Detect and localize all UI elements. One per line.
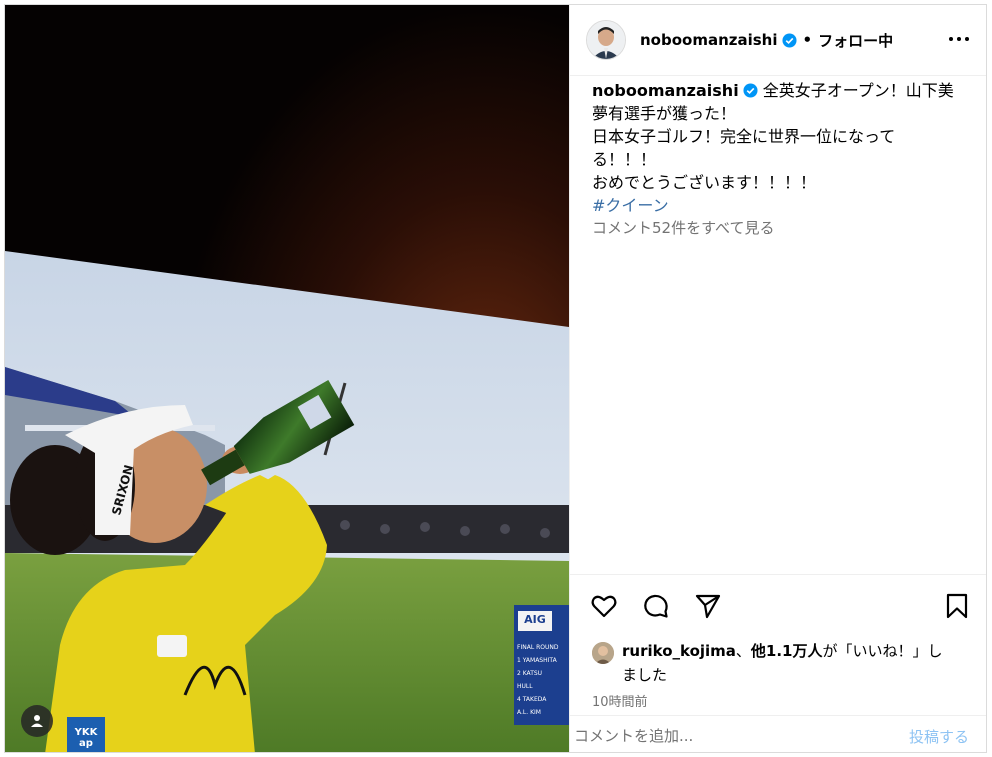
post-header: noboomanzaishi • フォロー中	[570, 5, 986, 76]
sleeve-logo-text: YKK ap	[74, 727, 98, 749]
post-side-panel: noboomanzaishi • フォロー中 noboomanzaishi 全英…	[569, 5, 986, 752]
heart-icon[interactable]	[590, 592, 618, 620]
send-icon[interactable]	[694, 592, 722, 620]
more-horizontal-icon[interactable]	[947, 29, 971, 49]
scoreboard-row: 1 YAMASHITA	[517, 657, 557, 664]
action-bar	[570, 574, 986, 635]
scoreboard-brand: AIG	[524, 613, 546, 626]
caption-text: 日本女子ゴルフ！完全に世界一位になって	[592, 127, 896, 146]
likes-suffix: が「いいね！」し	[822, 642, 943, 660]
scoreboard-row: 2 KATSU	[517, 670, 543, 677]
comment-icon[interactable]	[642, 592, 670, 620]
liker-username[interactable]: ruriko_kojima	[622, 642, 736, 660]
post-photo	[5, 5, 569, 752]
caption-text: 全英女子オープン！山下美	[762, 81, 954, 100]
post-timestamp[interactable]: 10時間前	[592, 691, 648, 710]
post-comment-button[interactable]: 投稿する	[909, 726, 969, 747]
header-username[interactable]: noboomanzaishi	[640, 31, 778, 49]
following-button[interactable]: フォロー中	[818, 30, 893, 51]
likes-text: ruriko_kojima、他1.1万人が「いいね！」し	[622, 639, 972, 663]
instagram-post-modal: AIG FINAL ROUND 1 YAMASHITA 2 KATSU HULL…	[4, 4, 987, 753]
scoreboard-title: FINAL ROUND	[517, 644, 559, 651]
comment-bar: 投稿する	[570, 715, 986, 752]
user-tag-button[interactable]	[21, 705, 53, 737]
avatar[interactable]	[586, 20, 626, 60]
scoreboard-row: 4 TAKEDA	[517, 696, 547, 703]
likes-summary: ruriko_kojima、他1.1万人が「いいね！」し ました	[592, 639, 972, 687]
user-tag-icon	[31, 715, 43, 727]
likes-joiner: 、	[735, 642, 751, 660]
caption-text: 夢有選手が獲った！	[592, 104, 737, 123]
verified-badge-icon	[743, 83, 758, 98]
scoreboard: FINAL ROUND 1 YAMASHITA 2 KATSU HULL 4 T…	[517, 641, 569, 719]
scoreboard-row: A.L. KIM	[517, 709, 541, 716]
likes-suffix-cont: ました	[622, 666, 668, 684]
caption-line: noboomanzaishi 全英女子オープン！山下美	[592, 79, 964, 102]
header-separator: •	[802, 31, 813, 49]
view-all-comments-link[interactable]: コメント52件をすべて見る	[592, 217, 774, 238]
caption-text: る！！！	[592, 150, 657, 169]
post-caption: noboomanzaishi 全英女子オープン！山下美 夢有選手が獲った！ 日本…	[592, 79, 964, 217]
post-media[interactable]: AIG FINAL ROUND 1 YAMASHITA 2 KATSU HULL…	[5, 5, 569, 752]
avatar-image	[587, 21, 625, 59]
comment-input[interactable]	[572, 722, 876, 750]
verified-badge-icon	[781, 32, 797, 48]
hashtag-link[interactable]: #クイーン	[592, 194, 964, 217]
bookmark-icon[interactable]	[943, 592, 971, 620]
caption-username[interactable]: noboomanzaishi	[592, 81, 739, 100]
liker-avatar-image	[592, 642, 614, 664]
liker-avatar[interactable]	[592, 642, 614, 664]
scoreboard-row: HULL	[517, 683, 533, 690]
likes-count-link[interactable]: 他1.1万人	[751, 642, 823, 660]
caption-text: おめでとうございます！！！！	[592, 173, 817, 192]
